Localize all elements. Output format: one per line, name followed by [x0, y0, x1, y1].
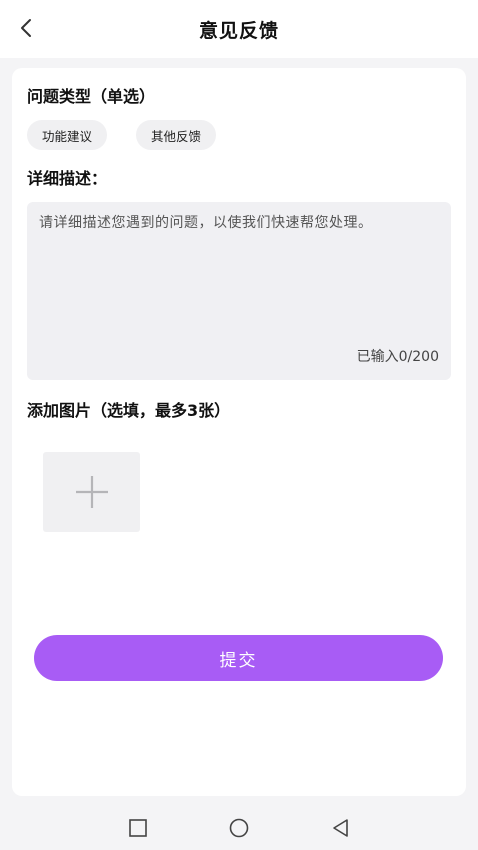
top-bar: 意见反馈 — [0, 0, 478, 58]
issue-type-title: 问题类型（单选） — [27, 87, 156, 106]
description-title: 详细描述： — [27, 169, 108, 188]
add-image-button[interactable] — [43, 452, 140, 532]
add-images-title: 添加图片（选填，最多3张） — [27, 401, 231, 420]
description-placeholder: 请详细描述您遇到的问题，以使我们快速帮您处理。 — [39, 215, 373, 231]
circle-icon — [229, 818, 249, 838]
char-counter: 已输入0/200 — [356, 349, 439, 365]
triangle-back-icon — [333, 819, 348, 837]
system-nav-bar — [0, 806, 478, 850]
home-button[interactable] — [227, 816, 251, 840]
feedback-card: 问题类型（单选） 功能建议 其他反馈 详细描述： 请详细描述您遇到的问题，以使我… — [12, 68, 466, 796]
back-nav-button[interactable] — [329, 816, 353, 840]
submit-button[interactable]: 提交 — [34, 635, 443, 681]
plus-icon — [75, 476, 108, 508]
issue-type-option-feature[interactable]: 功能建议 — [27, 120, 108, 150]
square-icon — [129, 819, 147, 837]
recent-apps-button[interactable] — [126, 816, 150, 840]
page-title: 意见反馈 — [198, 20, 279, 42]
issue-type-option-other[interactable]: 其他反馈 — [136, 120, 217, 150]
description-textarea[interactable]: 请详细描述您遇到的问题，以使我们快速帮您处理。 已输入0/200 — [27, 202, 451, 380]
